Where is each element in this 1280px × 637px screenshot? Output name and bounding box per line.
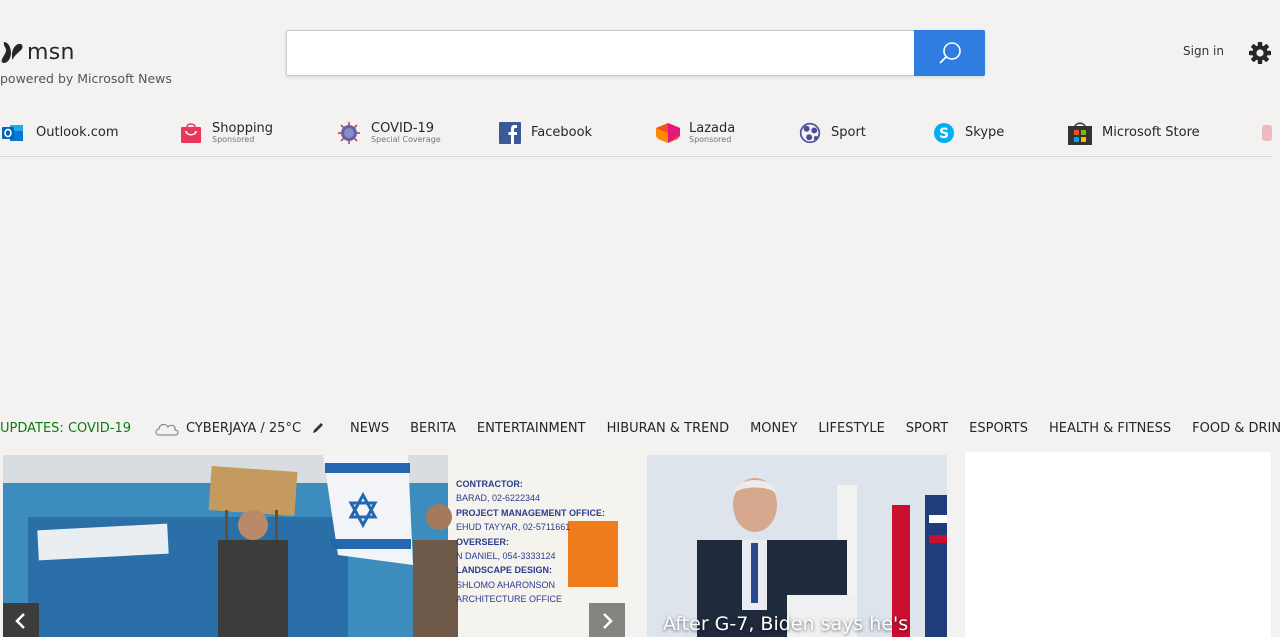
brand-name: msn bbox=[27, 39, 75, 65]
microsoft-store-icon bbox=[1068, 122, 1092, 145]
search-box bbox=[286, 30, 985, 76]
quicklink-shopping[interactable]: Shopping Sponsored bbox=[180, 117, 273, 149]
chevron-left-icon bbox=[15, 613, 25, 629]
weather-widget[interactable]: CYBERJAYA / 25°C bbox=[154, 420, 325, 436]
quick-links-bar: Outlook.com Shopping Sponsored COVID-19 Sp… bbox=[0, 113, 1272, 157]
svg-text:S: S bbox=[939, 126, 949, 142]
ad-card-placeholder bbox=[965, 452, 1271, 637]
biden-photo bbox=[647, 455, 947, 637]
nav-item-entertainment[interactable]: ENTERTAINMENT bbox=[477, 421, 586, 436]
powered-by-text: powered by Microsoft News bbox=[0, 71, 172, 86]
quicklink-label: Skype bbox=[965, 125, 1005, 140]
sign-line: PROJECT MANAGEMENT OFFICE: bbox=[456, 507, 606, 518]
cloud-icon bbox=[155, 424, 179, 436]
quicklink-label: COVID-19 bbox=[371, 121, 435, 136]
facebook-icon bbox=[499, 122, 521, 144]
search-input[interactable] bbox=[297, 39, 911, 69]
quicklink-label: Shopping bbox=[212, 121, 274, 136]
covid-virus-icon bbox=[338, 122, 360, 144]
quicklink-label: Lazada bbox=[689, 121, 736, 136]
protest-sign-text: CONTRACTOR: BARAD, 02-6222344 PROJECT MA… bbox=[456, 477, 625, 607]
nav-item-health-fitness[interactable]: HEALTH & FITNESS bbox=[1049, 421, 1171, 436]
quicklink-sport[interactable]: Sport bbox=[797, 117, 866, 149]
chevron-right-icon bbox=[603, 613, 613, 629]
search-icon bbox=[938, 42, 961, 64]
lazada-icon bbox=[656, 123, 680, 143]
shopping-bag-icon bbox=[181, 123, 201, 143]
quicklink-label: Microsoft Store bbox=[1102, 125, 1200, 140]
quicklink-label: Sport bbox=[831, 125, 866, 140]
quicklink-facebook[interactable]: Facebook bbox=[499, 117, 592, 149]
sign-in-link[interactable]: Sign in bbox=[1183, 44, 1224, 58]
nav-item-food-drink[interactable]: FOOD & DRINK bbox=[1192, 421, 1280, 436]
msn-butterfly-icon bbox=[1, 42, 23, 63]
nav-item-hiburan-trend[interactable]: HIBURAN & TREND bbox=[607, 421, 730, 436]
sign-line: LANDSCAPE DESIGN: bbox=[456, 565, 553, 576]
carousel-next-button[interactable] bbox=[589, 603, 625, 637]
quicklink-sublabel: Special Coverage bbox=[371, 135, 441, 144]
news-card-headline: After G-7, Biden says he's bbox=[663, 613, 909, 635]
covid-updates-link[interactable]: UPDATES: COVID-19 bbox=[0, 421, 131, 436]
nav-item-berita[interactable]: BERITA bbox=[410, 421, 456, 436]
nav-item-news[interactable]: NEWS bbox=[350, 421, 389, 436]
weather-text: CYBERJAYA / 25°C bbox=[186, 420, 302, 436]
nav-item-esports[interactable]: ESPORTS bbox=[969, 421, 1028, 436]
outlook-icon bbox=[2, 125, 23, 141]
nav-item-lifestyle[interactable]: LIFESTYLE bbox=[818, 421, 884, 436]
skype-icon: S bbox=[934, 123, 954, 143]
nav-item-sport[interactable]: SPORT bbox=[906, 421, 948, 436]
pencil-icon[interactable] bbox=[311, 421, 325, 435]
sport-icon bbox=[799, 122, 821, 144]
msn-logo[interactable]: msn bbox=[0, 38, 75, 66]
quicklink-outlook[interactable]: Outlook.com bbox=[2, 117, 119, 149]
quicklink-partial[interactable] bbox=[1260, 117, 1280, 149]
search-button[interactable] bbox=[914, 30, 985, 76]
quicklink-skype[interactable]: S Skype bbox=[933, 117, 1004, 149]
quicklink-label: Outlook.com bbox=[36, 125, 119, 140]
sign-line: EHUD TAYYAR, 02-5711661 bbox=[456, 522, 571, 533]
sign-line: OVERSEER: bbox=[456, 536, 510, 547]
partial-link-icon bbox=[1262, 125, 1272, 141]
quicklink-lazada[interactable]: Lazada Sponsored bbox=[655, 117, 735, 149]
gear-icon[interactable] bbox=[1248, 41, 1272, 65]
quicklink-sublabel: Sponsored bbox=[689, 135, 732, 144]
quicklink-microsoft-store[interactable]: Microsoft Store bbox=[1068, 117, 1200, 149]
nav-item-money[interactable]: MONEY bbox=[750, 421, 797, 436]
sign-line: N DANIEL, 054-3333124 bbox=[456, 551, 556, 562]
sign-line: BARAD, 02-6222344 bbox=[456, 493, 541, 504]
category-nav: UPDATES: COVID-19 CYBERJAYA / 25°C NEWS … bbox=[0, 416, 1280, 440]
quicklink-covid[interactable]: COVID-19 Special Coverage bbox=[338, 117, 441, 149]
quicklink-label: Facebook bbox=[531, 125, 593, 140]
news-card-biden[interactable]: After G-7, Biden says he's bbox=[647, 455, 947, 637]
top-story-card[interactable]: CONTRACTOR: BARAD, 02-6222344 PROJECT MA… bbox=[3, 455, 625, 637]
sign-line: CONTRACTOR: bbox=[456, 479, 523, 489]
carousel-prev-button[interactable] bbox=[3, 603, 39, 637]
quicklink-sublabel: Sponsored bbox=[212, 135, 255, 144]
